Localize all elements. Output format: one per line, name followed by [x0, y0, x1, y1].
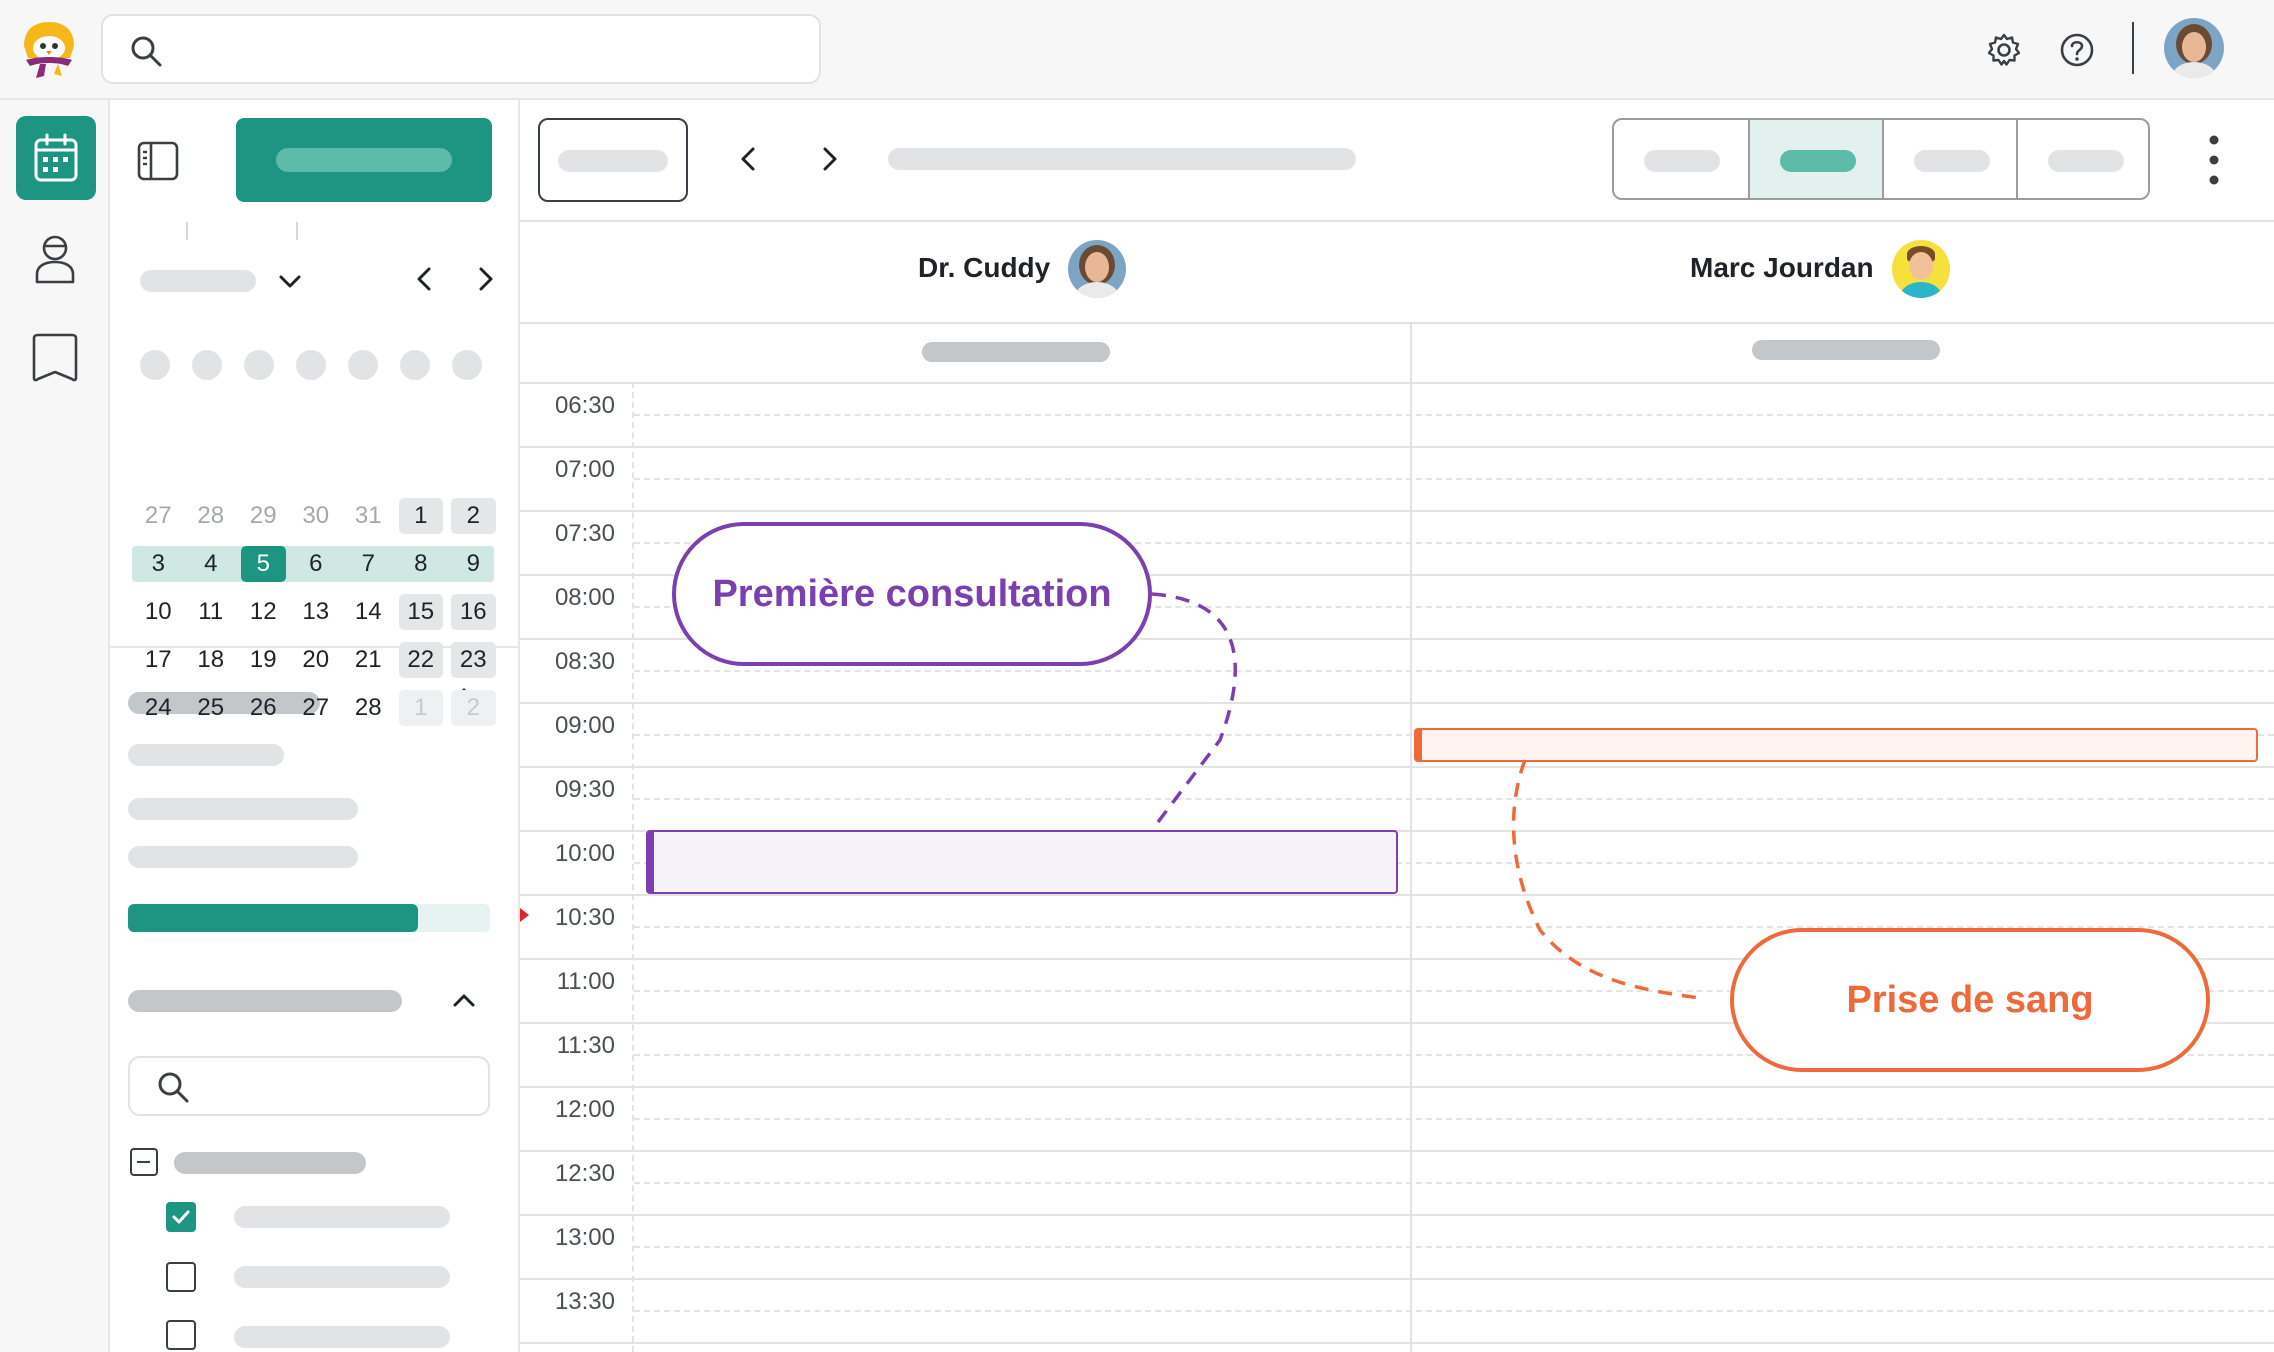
calendar-day[interactable]: 23 [451, 642, 496, 678]
next-month-icon[interactable] [470, 264, 500, 294]
calendar-week: 27 28 29 30 31 1 2 [132, 492, 512, 540]
main-calendar: Dr. Cuddy Marc Jourdan 06:30 07:00 07:30… [520, 100, 2274, 1352]
calendar-day[interactable]: 26 [237, 690, 290, 726]
calendar-day[interactable]: 11 [185, 594, 238, 630]
help-icon[interactable] [2058, 31, 2096, 69]
calendar-day[interactable]: 22 [398, 642, 443, 678]
divider [186, 222, 188, 240]
new-appointment-button[interactable] [236, 118, 492, 202]
checkbox-checked[interactable] [166, 1202, 196, 1232]
calendar-day[interactable]: 20 [290, 642, 343, 678]
calendar-day[interactable]: 12 [237, 594, 290, 630]
calendar-day[interactable]: 29 [237, 498, 290, 534]
filter-search-input[interactable] [128, 1056, 490, 1116]
calendar-week: 17 18 19 20 21 22 23 [132, 636, 512, 684]
mini-calendar: 27 28 29 30 31 1 2 3 4 5 6 7 8 9 10 11 1… [132, 492, 512, 732]
divider [2132, 22, 2134, 74]
nav-rail [0, 100, 110, 1352]
month-selector[interactable] [140, 264, 310, 300]
calendar-day[interactable]: 2 [451, 690, 496, 726]
calendar-day-selected[interactable]: 5 [241, 546, 286, 582]
callout-connectors [1150, 592, 1701, 1000]
calendar-day[interactable]: 2 [451, 498, 496, 534]
section-title [128, 990, 402, 1012]
callout-premiere-consultation: Première consultation [672, 522, 1152, 666]
calendar-day[interactable]: 25 [185, 690, 238, 726]
calendar-day[interactable]: 8 [395, 546, 448, 582]
calendar-week-selected: 3 4 5 6 7 8 9 [132, 540, 512, 588]
calendar-day[interactable]: 9 [447, 546, 500, 582]
calendar-day[interactable]: 7 [342, 546, 395, 582]
list-item[interactable] [128, 744, 284, 766]
checkbox[interactable] [166, 1320, 196, 1350]
calendar-day[interactable]: 28 [342, 690, 395, 726]
calendar-day[interactable]: 24 [132, 690, 185, 726]
rail-item-calendar[interactable] [16, 116, 96, 200]
progress-bar [128, 904, 490, 932]
sidebar: 27 28 29 30 31 1 2 3 4 5 6 7 8 9 10 11 1… [110, 100, 520, 1352]
calendar-day[interactable]: 21 [342, 642, 395, 678]
calendar-day[interactable]: 4 [185, 546, 238, 582]
calendar-day[interactable]: 16 [451, 594, 496, 630]
list-item[interactable] [128, 798, 358, 820]
calendar-day[interactable]: 14 [342, 594, 395, 630]
search-icon [131, 36, 162, 67]
calendar-day[interactable]: 6 [290, 546, 343, 582]
avatar[interactable] [2164, 18, 2224, 78]
checkbox-label [174, 1152, 366, 1174]
calendar-week: 10 11 12 13 14 15 16 [132, 588, 512, 636]
search-input[interactable] [101, 14, 821, 84]
list-item[interactable] [128, 846, 358, 868]
top-bar [0, 0, 2274, 100]
calendar-day[interactable]: 17 [132, 642, 185, 678]
calendar-day[interactable]: 1 [398, 690, 443, 726]
check-icon [172, 1210, 190, 1224]
progress-fill [128, 904, 418, 932]
calendar-day[interactable]: 19 [237, 642, 290, 678]
calendar-day[interactable]: 13 [290, 594, 343, 630]
calendar-day[interactable]: 28 [185, 498, 238, 534]
patient-icon[interactable] [32, 232, 78, 284]
calendar-week: 24 25 26 27 28 1 2 [132, 684, 512, 732]
checkbox-label [234, 1266, 450, 1288]
app-logo [24, 22, 74, 78]
chevron-down-icon [279, 275, 301, 288]
calendar-day[interactable]: 18 [185, 642, 238, 678]
chevron-up-icon[interactable] [450, 986, 478, 1014]
select-all-checkbox[interactable] [130, 1148, 158, 1176]
callout-prise-de-sang: Prise de sang [1730, 928, 2210, 1072]
divider [296, 222, 298, 240]
calendar-day[interactable]: 3 [132, 546, 185, 582]
checkbox-label [234, 1326, 450, 1348]
sidebar-toggle-icon[interactable] [136, 140, 180, 182]
calendar-day[interactable]: 27 [290, 690, 343, 726]
calendar-day[interactable]: 10 [132, 594, 185, 630]
checkbox[interactable] [166, 1262, 196, 1292]
calendar-day[interactable]: 1 [398, 498, 443, 534]
calendar-day[interactable]: 31 [342, 498, 395, 534]
callout-label: Première consultation [712, 572, 1112, 615]
search-icon [158, 1072, 189, 1103]
callout-label: Prise de sang [1846, 978, 2094, 1021]
gear-icon[interactable] [1985, 31, 2023, 69]
checkbox-label [234, 1206, 450, 1228]
calendar-day[interactable]: 15 [398, 594, 443, 630]
calendar-day[interactable]: 30 [290, 498, 343, 534]
calendar-icon [34, 133, 78, 182]
previous-month-icon[interactable] [410, 264, 440, 294]
weekday-headers [140, 350, 510, 380]
calendar-day[interactable]: 27 [132, 498, 185, 534]
book-icon[interactable] [30, 332, 80, 384]
